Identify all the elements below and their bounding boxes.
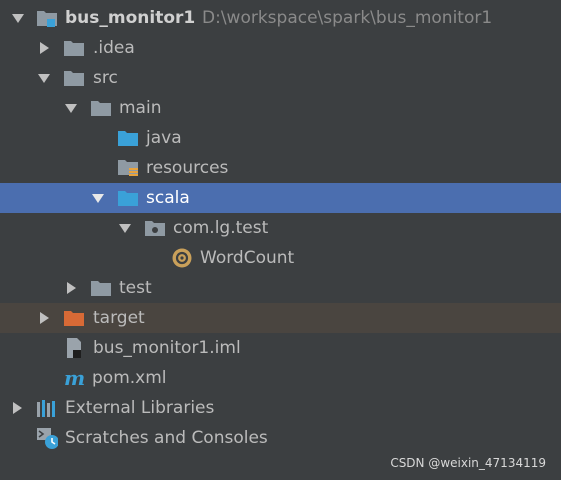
watermark: CSDN @weixin_47134119 [390,456,546,470]
tree-row-target[interactable]: target [0,303,561,333]
tree-row-scala[interactable]: scala [0,183,561,213]
tree-row-wordcount[interactable]: WordCount [0,243,561,273]
expanded-arrow-icon[interactable] [90,190,106,206]
scala-object-icon [171,247,193,269]
collapsed-arrow-icon[interactable] [36,310,52,326]
collapsed-arrow-icon[interactable] [36,40,52,56]
tree-row-iml[interactable]: bus_monitor1.iml [0,333,561,363]
tree-row-package[interactable]: com.lg.test [0,213,561,243]
folder-icon [63,67,85,89]
tree-label-package: com.lg.test [173,218,269,238]
tree-label-iml: bus_monitor1.iml [93,338,241,358]
tree-label-scala: scala [146,188,190,208]
svg-text:m: m [64,367,85,389]
resources-folder-icon [117,157,139,179]
maven-m-icon: m [63,367,85,389]
source-folder-icon [117,127,139,149]
tree-label-target: target [93,308,145,328]
tree-row-resources[interactable]: resources [0,153,561,183]
expanded-arrow-icon[interactable] [117,220,133,236]
tree-row-main[interactable]: main [0,93,561,123]
folder-icon [90,277,112,299]
expanded-arrow-icon[interactable] [63,100,79,116]
tree-row-idea[interactable]: .idea [0,33,561,63]
scratches-icon [36,427,58,449]
excluded-folder-icon [63,307,85,329]
package-icon [144,217,166,239]
source-folder-icon [117,187,139,209]
tree-label-pom: pom.xml [92,368,167,388]
libraries-icon [36,397,58,419]
tree-label-wordcount: WordCount [200,248,295,268]
iml-file-icon [63,337,85,359]
expanded-arrow-icon[interactable] [36,70,52,86]
folder-icon [90,97,112,119]
tree-label-java: java [146,128,182,148]
tree-row-test[interactable]: test [0,273,561,303]
folder-icon [63,37,85,59]
tree-row-external-libraries[interactable]: External Libraries [0,393,561,423]
project-name: bus_monitor1 [65,8,196,28]
module-folder-icon [36,7,58,29]
project-path: D:\workspace\spark\bus_monitor1 [202,8,493,28]
tree-label-test: test [119,278,152,298]
collapsed-arrow-icon[interactable] [9,400,25,416]
expanded-arrow-icon[interactable] [10,10,26,26]
tree-label-idea: .idea [93,38,135,58]
tree-label-scratches: Scratches and Consoles [65,428,268,448]
tree-row-java[interactable]: java [0,123,561,153]
tree-row-src[interactable]: src [0,63,561,93]
tree-row-project-root[interactable]: bus_monitor1 D:\workspace\spark\bus_moni… [0,3,561,33]
tree-label-resources: resources [146,158,229,178]
tree-label-external-libraries: External Libraries [65,398,215,418]
tree-row-scratches[interactable]: Scratches and Consoles [0,423,561,453]
tree-row-pom[interactable]: m pom.xml [0,363,561,393]
tree-label-main: main [119,98,162,118]
tree-label-src: src [93,68,118,88]
collapsed-arrow-icon[interactable] [63,280,79,296]
